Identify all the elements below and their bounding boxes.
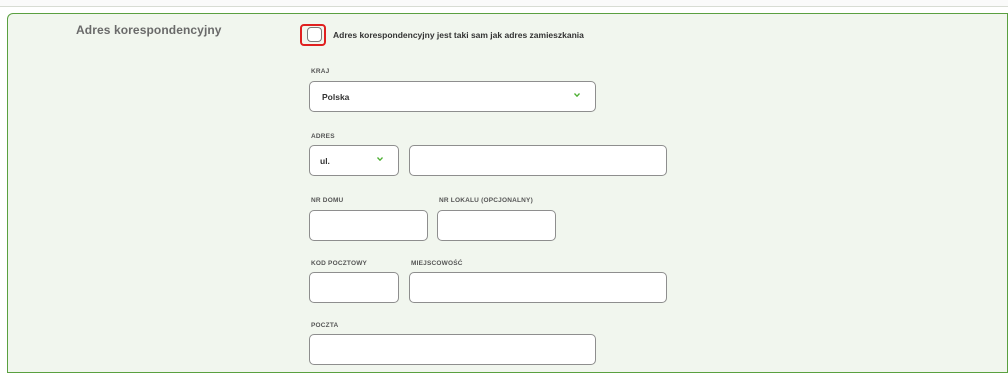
section-title: Adres korespondencyjny: [76, 23, 222, 37]
apartment-number-label: NR LOKALU (OPCJONALNY): [439, 197, 533, 204]
street-prefix-value: ul.: [320, 156, 330, 166]
same-address-checkbox[interactable]: [307, 27, 322, 42]
post-office-input[interactable]: [309, 334, 596, 365]
house-number-label: NR DOMU: [311, 197, 344, 204]
city-label: MIEJSCOWOŚĆ: [411, 260, 463, 267]
address-label: ADRES: [311, 133, 335, 140]
same-address-label[interactable]: Adres korespondencyjny jest taki sam jak…: [333, 30, 584, 40]
chevron-down-icon: [574, 93, 580, 97]
country-value: Polska: [322, 92, 350, 102]
street-prefix-select[interactable]: ul.: [309, 145, 399, 176]
postal-code-label: KOD POCZTOWY: [311, 260, 368, 267]
country-label: KRAJ: [311, 68, 330, 75]
chevron-down-icon: [377, 157, 383, 161]
post-office-label: POCZTA: [311, 322, 339, 329]
apartment-number-input[interactable]: [437, 210, 556, 241]
house-number-input[interactable]: [309, 210, 428, 241]
correspondence-address-panel: [7, 13, 1008, 373]
top-divider: [0, 0, 1008, 7]
postal-code-input[interactable]: [309, 272, 399, 303]
country-select[interactable]: Polska: [309, 81, 596, 112]
street-input[interactable]: [409, 145, 667, 176]
city-input[interactable]: [409, 272, 667, 303]
